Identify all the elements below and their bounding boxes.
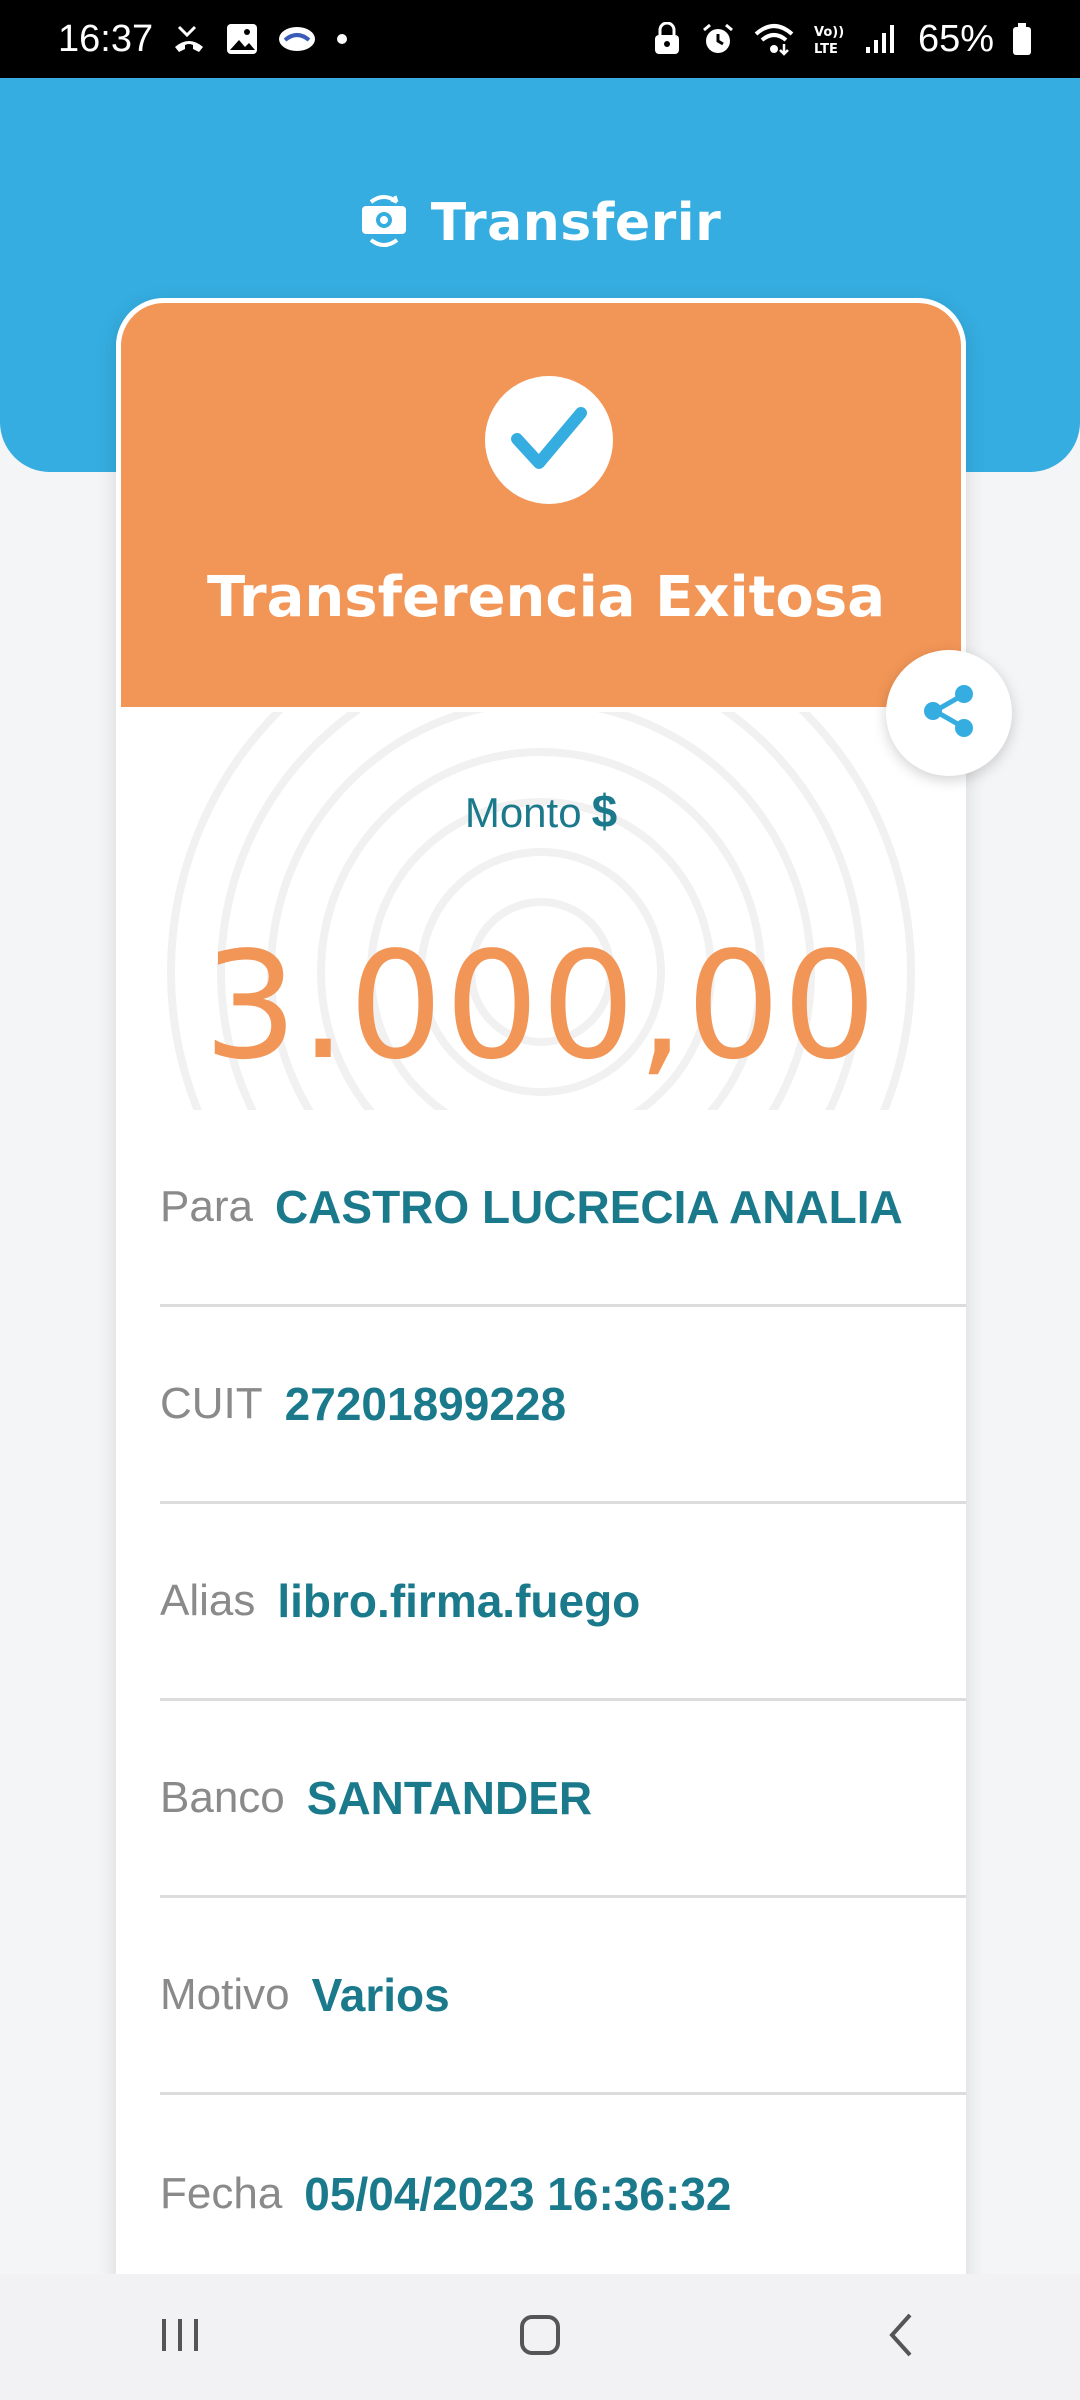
home-button[interactable]	[480, 2292, 600, 2382]
page-title: Transferir	[430, 193, 722, 253]
battery-percent: 65%	[917, 17, 994, 60]
currency-symbol: $	[591, 785, 618, 837]
handshake-icon	[277, 24, 317, 54]
detail-label: CUIT	[160, 1379, 263, 1428]
detail-row-alias: Alias libro.firma.fuego	[160, 1504, 966, 1701]
status-bar: 16:37 Vo)) LTE 65%	[0, 0, 1080, 78]
gallery-icon	[225, 22, 259, 56]
detail-row-fecha: Fecha 05/04/2023 16:36:32	[160, 2095, 966, 2292]
detail-label: Banco	[160, 1773, 285, 1822]
amount-label: Monto $	[116, 784, 966, 838]
success-badge	[485, 376, 613, 504]
signal-icon	[864, 23, 896, 55]
success-banner: Transferencia Exitosa	[116, 298, 966, 712]
svg-text:Vo)): Vo))	[814, 25, 844, 40]
recent-apps-button[interactable]	[120, 2292, 240, 2382]
detail-label: Alias	[160, 1576, 256, 1625]
battery-icon	[1012, 22, 1032, 56]
detail-label: Motivo	[160, 1970, 290, 2019]
detail-value: libro.firma.fuego	[277, 1575, 641, 1627]
detail-row-motivo: Motivo Varios	[160, 1898, 966, 2095]
share-button[interactable]	[886, 650, 1012, 776]
share-icon	[917, 679, 981, 748]
missed-call-icon	[171, 21, 207, 57]
transfer-details: Para CASTRO LUCRECIA ANALIA CUIT 2720189…	[160, 1110, 966, 2292]
detail-value: Varios	[311, 1969, 450, 2021]
alarm-icon	[700, 21, 736, 57]
success-title: Transferencia Exitosa	[206, 565, 886, 630]
detail-row-banco: Banco SANTANDER	[160, 1701, 966, 1898]
detail-label: Fecha	[160, 2168, 283, 2218]
detail-row-cuit: CUIT 27201899228	[160, 1307, 966, 1504]
recent-apps-icon	[158, 2315, 202, 2360]
header-title-group: Transferir	[0, 178, 1080, 268]
back-icon	[884, 2311, 916, 2364]
system-nav-bar	[0, 2274, 1080, 2400]
detail-row-para: Para CASTRO LUCRECIA ANALIA	[160, 1110, 966, 1307]
detail-value: 27201899228	[284, 1378, 567, 1430]
svg-text:LTE: LTE	[814, 42, 838, 57]
vpn-icon	[652, 22, 682, 56]
back-button[interactable]	[840, 2292, 960, 2382]
detail-value: SANTANDER	[306, 1772, 593, 1824]
wifi-icon	[754, 22, 794, 56]
amount-label-text: Monto	[464, 789, 582, 836]
check-icon	[509, 403, 589, 478]
home-icon	[518, 2313, 562, 2362]
money-transfer-icon	[359, 192, 409, 255]
detail-label: Para	[160, 1182, 253, 1231]
dot-icon	[335, 32, 349, 46]
volte-icon: Vo)) LTE	[812, 21, 846, 57]
status-time: 16:37	[58, 17, 154, 60]
detail-value: 05/04/2023 16:36:32	[304, 2167, 732, 2220]
status-left: 16:37	[58, 18, 349, 61]
status-right: Vo)) LTE 65%	[652, 18, 1032, 61]
amount-value: 3.000,00	[203, 920, 879, 1092]
amount-section: Monto $ 3.000,00	[116, 712, 966, 1110]
receipt-card: Transferencia Exitosa Monto $ 3.000,00 Pa…	[116, 298, 966, 2338]
detail-value: CASTRO LUCRECIA ANALIA	[274, 1181, 903, 1233]
